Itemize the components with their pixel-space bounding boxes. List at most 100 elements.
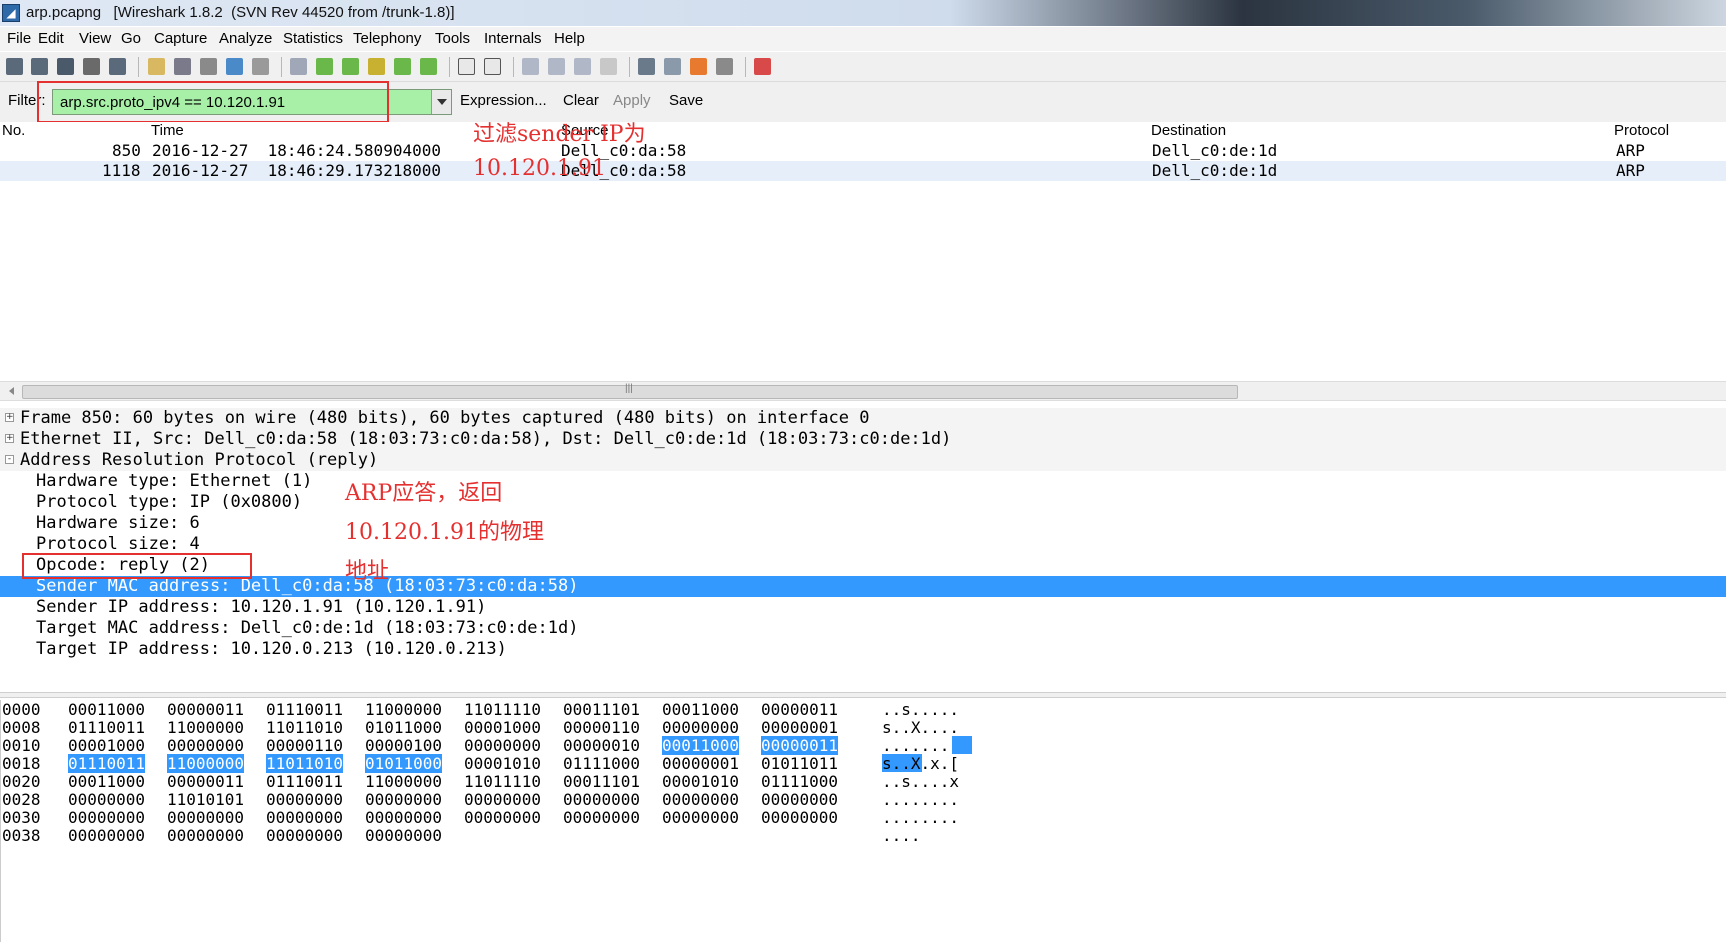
menu-telephony[interactable]: Telephony	[353, 30, 421, 47]
normal-size-icon[interactable]	[574, 58, 591, 75]
bytes-row[interactable]: 0030 00000000 00000000 00000000 00000000 000…	[0, 808, 1726, 827]
menu-go[interactable]: Go	[121, 30, 141, 47]
start-capture-icon[interactable]	[57, 58, 74, 75]
cell-protocol: ARP	[1616, 161, 1645, 180]
restart-capture-icon[interactable]	[109, 58, 126, 75]
cell-no: 850	[112, 141, 141, 160]
menu-capture[interactable]: Capture	[154, 30, 207, 47]
capture-options-icon[interactable]	[31, 58, 48, 75]
menu-help[interactable]: Help	[554, 30, 585, 47]
last-packet-icon[interactable]	[420, 58, 437, 75]
tree-item-opcode[interactable]: Opcode: reply (2)	[0, 555, 1726, 576]
filter-annotation-line1: 过滤sender IP为	[473, 122, 646, 147]
reload-icon[interactable]	[226, 58, 243, 75]
save-icon[interactable]	[174, 58, 191, 75]
menu-file[interactable]: File	[7, 30, 31, 47]
tree-item-sender-mac[interactable]: Sender MAC address: Dell_c0:da:58 (18:03…	[0, 576, 1726, 597]
tree-item-ethernet[interactable]: + Ethernet II, Src: Dell_c0:da:58 (18:03:…	[0, 429, 1726, 450]
table-row[interactable]: 850 2016-12-27 18:46:24.580904000 Dell_c…	[0, 141, 1726, 161]
tree-item-protocol-type[interactable]: Protocol type: IP (0x0800)	[0, 492, 1726, 513]
bytes-row[interactable]: 0018 01110011 11000000 11011010 01011000 000…	[0, 754, 1726, 773]
bytes-row[interactable]: 0028 00000000 11010101 00000000 00000000 000…	[0, 790, 1726, 809]
menu-view[interactable]: View	[79, 30, 111, 47]
expand-icon[interactable]: +	[5, 434, 14, 443]
tree-item-frame[interactable]: + Frame 850: 60 bytes on wire (480 bits),…	[0, 408, 1726, 429]
title-bar: ◢ arp.pcapng [Wireshark 1.8.2 (SVN Rev 4…	[0, 0, 1726, 26]
open-icon[interactable]	[148, 58, 165, 75]
column-time[interactable]: Time	[151, 122, 184, 139]
menu-analyze[interactable]: Analyze	[219, 30, 272, 47]
filter-annotation-line2: 10.120.1.91	[473, 156, 606, 181]
autoscroll-icon[interactable]	[484, 58, 501, 75]
column-destination[interactable]: Destination	[1151, 122, 1226, 139]
menu-statistics[interactable]: Statistics	[283, 30, 343, 47]
menu-edit[interactable]: Edit	[38, 30, 64, 47]
cell-protocol: ARP	[1616, 141, 1645, 160]
go-to-packet-icon[interactable]	[368, 58, 385, 75]
coloring-rules-icon[interactable]	[690, 58, 707, 75]
tree-item-sender-ip[interactable]: Sender IP address: 10.120.1.91 (10.120.1…	[0, 597, 1726, 618]
tree-item-target-mac[interactable]: Target MAC address: Dell_c0:de:1d (18:03…	[0, 618, 1726, 639]
stop-capture-icon[interactable]	[83, 58, 100, 75]
window-title: arp.pcapng [Wireshark 1.8.2 (SVN Rev 445…	[26, 4, 455, 21]
filter-highlight-box	[37, 81, 389, 123]
tree-item-protocol-size[interactable]: Protocol size: 4	[0, 534, 1726, 555]
packet-list-header: No. Time Source Destination Protocol	[0, 122, 1726, 140]
filter-dropdown-icon[interactable]	[431, 90, 451, 114]
arp-annotation-line2: 10.120.1.91的物理	[345, 520, 544, 545]
bytes-row[interactable]: 0020 00011000 00000011 01110011 11000000 110…	[0, 772, 1726, 791]
wireshark-app-icon: ◢	[2, 4, 20, 22]
go-back-icon[interactable]	[316, 58, 333, 75]
tree-item-arp[interactable]: - Address Resolution Protocol (reply)	[0, 450, 1726, 471]
toolbar-separator	[513, 57, 514, 77]
find-icon[interactable]	[290, 58, 307, 75]
scrollbar-thumb[interactable]: |||	[22, 383, 1238, 399]
save-filter-button[interactable]: Save	[669, 92, 703, 109]
colorize-icon[interactable]	[458, 58, 475, 75]
clear-button[interactable]: Clear	[563, 92, 599, 109]
preferences-icon[interactable]	[716, 58, 733, 75]
bytes-row[interactable]: 0008 01110011 11000000 11011010 01011000 000…	[0, 718, 1726, 737]
cell-destination: Dell_c0:de:1d	[1152, 161, 1278, 180]
toolbar-separator	[629, 57, 630, 77]
arp-annotation-line1: ARP应答，返回	[345, 481, 503, 506]
close-icon[interactable]	[200, 58, 217, 75]
bytes-row[interactable]: 0038 00000000 00000000 00000000 00000000 ..…	[0, 826, 1726, 845]
packet-list-scrollbar[interactable]: |||	[0, 381, 1726, 401]
expand-icon[interactable]: +	[5, 413, 14, 422]
collapse-icon[interactable]: -	[5, 455, 14, 464]
cell-time: 2016-12-27 18:46:24.580904000	[152, 141, 441, 160]
bytes-row[interactable]: 0010 00001000 00000000 00000110 00000100 000…	[0, 736, 1726, 755]
print-icon[interactable]	[252, 58, 269, 75]
menu-internals[interactable]: Internals	[484, 30, 542, 47]
interface-list-icon[interactable]	[6, 58, 23, 75]
cell-no: 1118	[102, 161, 141, 180]
toolbar-separator	[138, 57, 139, 77]
tree-item-hardware-type[interactable]: Hardware type: Ethernet (1)	[0, 471, 1726, 492]
help-icon[interactable]	[754, 58, 771, 75]
column-protocol[interactable]: Protocol	[1614, 122, 1669, 139]
expression-button[interactable]: Expression...	[460, 92, 547, 109]
zoom-out-icon[interactable]	[548, 58, 565, 75]
tree-item-target-ip[interactable]: Target IP address: 10.120.0.213 (10.120.…	[0, 639, 1726, 660]
zoom-in-icon[interactable]	[522, 58, 539, 75]
toolbar-separator	[745, 57, 746, 77]
menu-bar: File Edit View Go Capture Analyze Statis…	[0, 27, 1726, 51]
toolbar-separator	[449, 57, 450, 77]
tree-item-hardware-size[interactable]: Hardware size: 6	[0, 513, 1726, 534]
apply-button[interactable]: Apply	[613, 92, 651, 109]
opcode-highlight-box	[22, 553, 252, 579]
bytes-row[interactable]: 0000 00011000 00000011 01110011 11000000 110…	[0, 700, 1726, 719]
first-packet-icon[interactable]	[394, 58, 411, 75]
capture-filters-icon[interactable]	[638, 58, 655, 75]
cell-time: 2016-12-27 18:46:29.173218000	[152, 161, 441, 180]
grip-icon: |||	[625, 383, 633, 394]
menu-tools[interactable]: Tools	[435, 30, 470, 47]
resize-columns-icon[interactable]	[600, 58, 617, 75]
go-forward-icon[interactable]	[342, 58, 359, 75]
scroll-left-icon[interactable]	[5, 387, 14, 395]
pane-splitter[interactable]	[0, 692, 1726, 698]
table-row[interactable]: 1118 2016-12-27 18:46:29.173218000 Dell_…	[0, 161, 1726, 181]
display-filters-icon[interactable]	[664, 58, 681, 75]
column-no[interactable]: No.	[2, 122, 25, 139]
